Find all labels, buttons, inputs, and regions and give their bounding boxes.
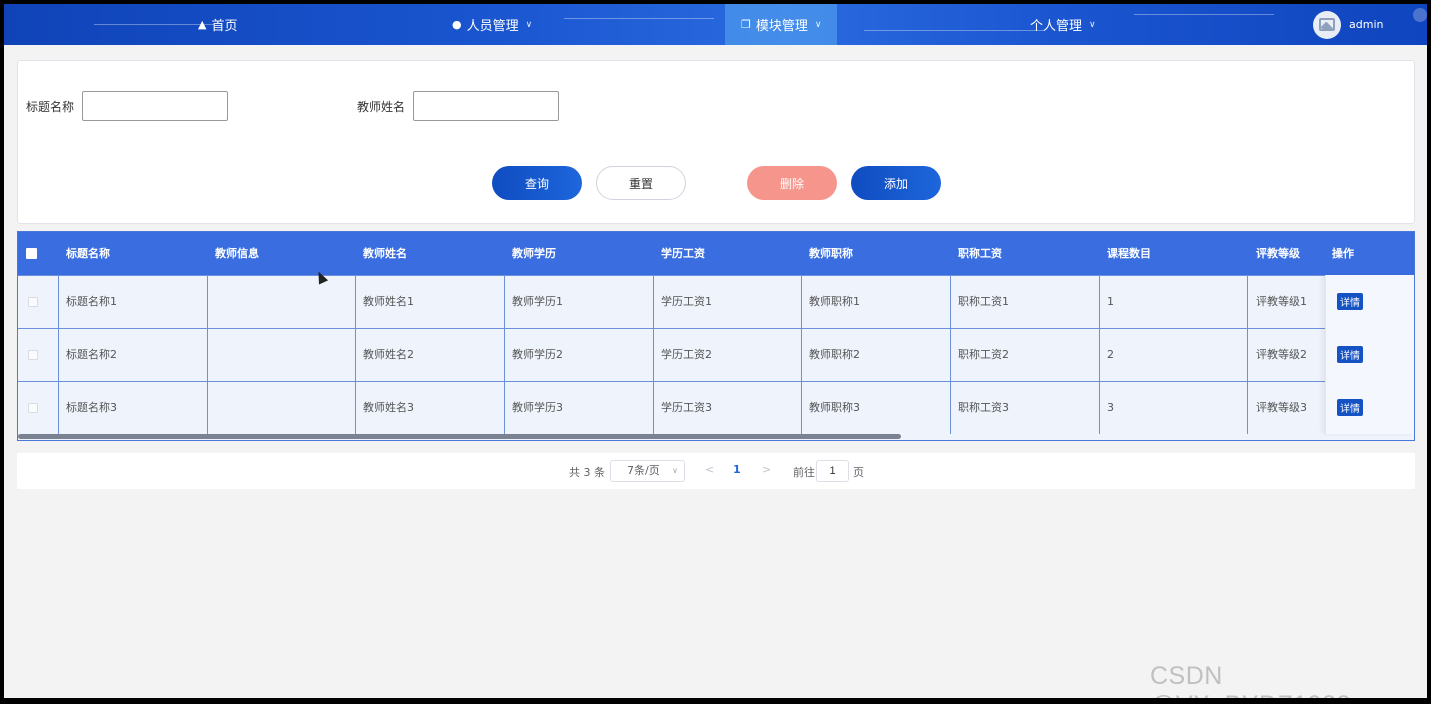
row-checkbox[interactable] xyxy=(28,350,38,360)
table-cell: 教师学历1 xyxy=(512,295,563,308)
table-cell: 标题名称1 xyxy=(66,295,117,308)
table-cell: 教师职称3 xyxy=(809,401,860,414)
pagination: 共 3 条 7条/页 ∨ < 1 > 前往 页 xyxy=(17,453,1415,489)
table-cell: 职称工资2 xyxy=(958,348,1009,361)
column-header[interactable]: 标题名称 xyxy=(66,232,110,275)
table-cell: 学历工资1 xyxy=(661,295,712,308)
top-navbar: ▲ 首页 ● 人员管理 ∨ ❐ 模块管理 ∨ 个人管理 ∨ admin xyxy=(4,4,1427,45)
reset-button[interactable]: 重置 xyxy=(596,166,686,200)
detail-button[interactable]: 详情 xyxy=(1337,346,1363,363)
column-header[interactable]: 教师职称 xyxy=(809,232,853,275)
nav-item-label: 人员管理 xyxy=(466,19,519,34)
decorative-dot xyxy=(1413,8,1427,22)
user-icon: ● xyxy=(452,18,462,31)
row-checkbox[interactable] xyxy=(28,297,38,307)
data-table: 标题名称 教师信息 教师姓名 教师学历 学历工资 教师职称 职称工资 课程数目 … xyxy=(17,231,1415,441)
avatar[interactable] xyxy=(1313,10,1341,39)
nav-item-label: 首页 xyxy=(211,19,238,34)
table-cell: 教师姓名2 xyxy=(363,348,414,361)
watermark: CSDN @VX_BYDZ1988 xyxy=(1150,662,1350,698)
table-cell: 3 xyxy=(1107,401,1114,414)
column-header[interactable]: 学历工资 xyxy=(661,232,705,275)
page-size-value: 7条/页 xyxy=(627,464,660,477)
search-panel: 标题名称 教师姓名 查询 重置 删除 添加 xyxy=(17,60,1415,224)
title-input[interactable] xyxy=(82,91,228,121)
prev-page-icon[interactable]: < xyxy=(705,463,714,476)
nav-item-personnel[interactable]: ● 人员管理 ∨ xyxy=(452,4,532,45)
table-header: 标题名称 教师信息 教师姓名 教师学历 学历工资 教师职称 职称工资 课程数目 … xyxy=(18,232,1414,275)
table-cell: 1 xyxy=(1107,295,1114,308)
nav-item-personal[interactable]: 个人管理 ∨ xyxy=(1030,4,1096,45)
page-number[interactable]: 1 xyxy=(733,463,741,476)
app-window: ▲ 首页 ● 人员管理 ∨ ❐ 模块管理 ∨ 个人管理 ∨ admin 标题名称… xyxy=(4,4,1427,698)
column-header: 操作 xyxy=(1332,247,1354,260)
table-cell: 教师学历2 xyxy=(512,348,563,361)
table-cell: 2 xyxy=(1107,348,1114,361)
table-cell: 职称工资3 xyxy=(958,401,1009,414)
table-cell: 评教等级2 xyxy=(1256,348,1307,361)
column-header[interactable]: 教师学历 xyxy=(512,232,556,275)
user-name: admin xyxy=(1349,18,1384,31)
table-cell: 标题名称3 xyxy=(66,401,117,414)
chevron-down-icon: ∨ xyxy=(1089,19,1096,30)
user-menu[interactable]: admin xyxy=(1313,10,1383,39)
table-cell: 教师职称1 xyxy=(809,295,860,308)
column-header[interactable]: 职称工资 xyxy=(958,232,1002,275)
chevron-down-icon: ∨ xyxy=(672,466,678,475)
column-header[interactable]: 教师姓名 xyxy=(363,232,407,275)
delete-button[interactable]: 删除 xyxy=(747,166,837,200)
table-cell: 教师姓名1 xyxy=(363,295,414,308)
select-all-checkbox[interactable] xyxy=(26,248,37,259)
page-unit-label: 页 xyxy=(853,466,864,479)
table-row[interactable]: 标题名称2 教师姓名2 教师学历2 学历工资2 教师职称2 职称工资2 2 评教… xyxy=(18,328,1414,381)
table-row[interactable]: 标题名称3 教师姓名3 教师学历3 学历工资3 教师职称3 职称工资3 3 评教… xyxy=(18,381,1414,434)
teacher-name-input[interactable] xyxy=(413,91,559,121)
column-header[interactable]: 教师信息 xyxy=(215,232,259,275)
table-cell: 职称工资1 xyxy=(958,295,1009,308)
query-button[interactable]: 查询 xyxy=(492,166,582,200)
chevron-down-icon: ∨ xyxy=(814,19,822,30)
detail-button[interactable]: 详情 xyxy=(1337,399,1363,416)
add-button[interactable]: 添加 xyxy=(851,166,941,200)
chevron-down-icon: ∨ xyxy=(525,19,533,30)
total-count: 共 3 条 xyxy=(569,466,605,479)
column-header[interactable]: 课程数目 xyxy=(1107,232,1151,275)
table-cell: 评教等级1 xyxy=(1256,295,1307,308)
table-cell: 教师学历3 xyxy=(512,401,563,414)
table-cell: 教师姓名3 xyxy=(363,401,414,414)
page-size-select[interactable]: 7条/页 ∨ xyxy=(610,460,685,482)
home-icon: ▲ xyxy=(198,18,207,31)
title-label: 标题名称 xyxy=(26,100,75,114)
table-cell: 评教等级3 xyxy=(1256,401,1307,414)
nav-item-label: 模块管理 xyxy=(755,19,808,34)
operations-column: 详情 详情 详情 xyxy=(1325,275,1414,434)
nav-item-modules[interactable]: ❐ 模块管理 ∨ xyxy=(725,4,838,45)
teacher-label: 教师姓名 xyxy=(357,100,406,114)
detail-button[interactable]: 详情 xyxy=(1337,293,1363,310)
table-cell: 标题名称2 xyxy=(66,348,117,361)
nav-item-label: 个人管理 xyxy=(1030,19,1083,34)
goto-page-input[interactable] xyxy=(816,460,849,482)
nav-item-home[interactable]: ▲ 首页 xyxy=(198,4,237,45)
next-page-icon[interactable]: > xyxy=(762,463,771,476)
column-header[interactable]: 评教等级 xyxy=(1256,232,1300,275)
row-checkbox[interactable] xyxy=(28,403,38,413)
image-icon xyxy=(1319,18,1335,31)
copy-icon: ❐ xyxy=(741,18,751,31)
table-row[interactable]: 标题名称1 教师姓名1 教师学历1 学历工资1 教师职称1 职称工资1 1 评教… xyxy=(18,275,1414,328)
table-cell: 学历工资2 xyxy=(661,348,712,361)
table-cell: 教师职称2 xyxy=(809,348,860,361)
table-cell: 学历工资3 xyxy=(661,401,712,414)
goto-label: 前往 xyxy=(793,466,815,479)
scrollbar-thumb[interactable] xyxy=(18,434,901,439)
